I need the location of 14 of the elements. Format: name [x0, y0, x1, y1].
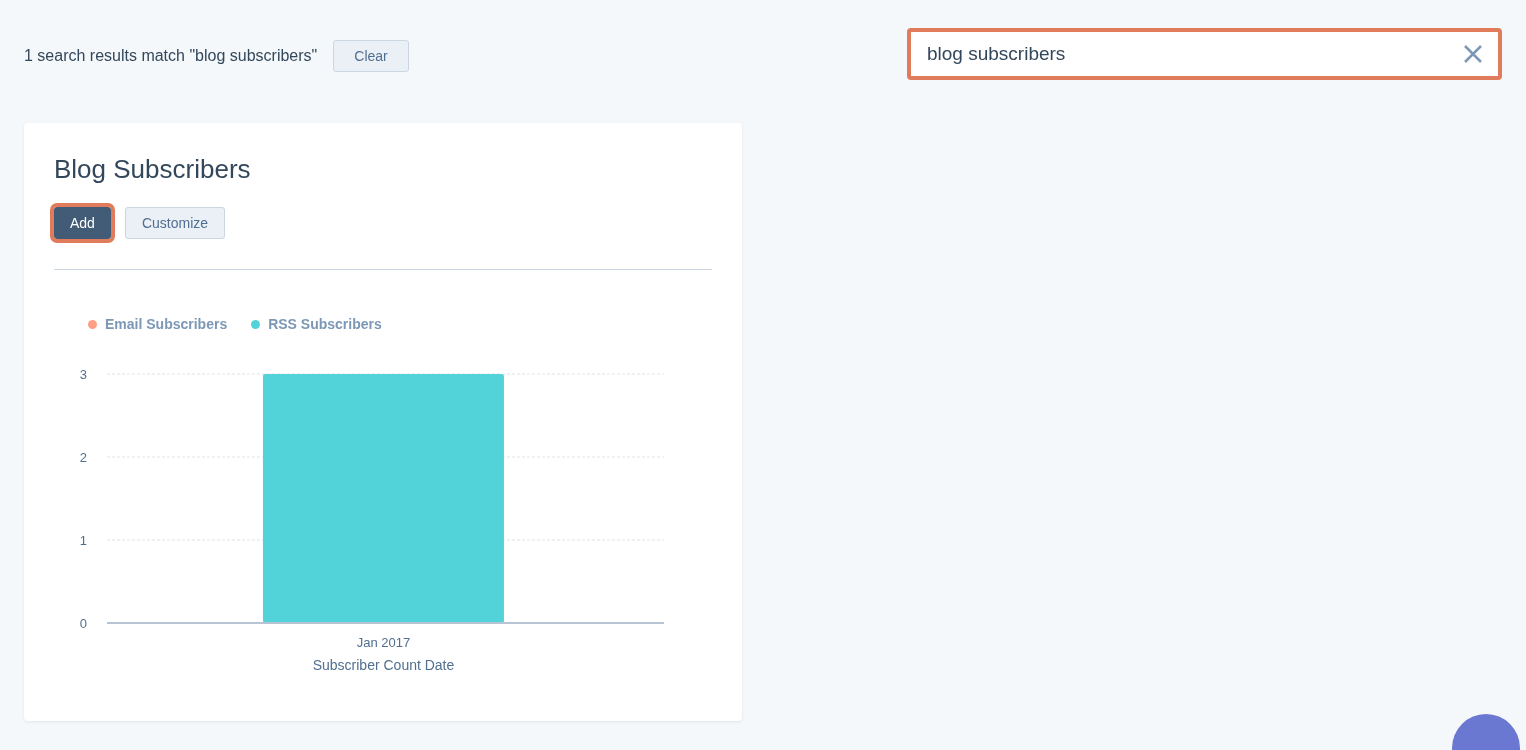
search-results-summary: 1 search results match "blog subscribers"	[24, 46, 318, 66]
y-tick-label: 1	[79, 533, 87, 548]
x-tick-label: Jan 2017	[356, 635, 411, 650]
search-field[interactable]: blog subscribers	[907, 28, 1502, 80]
legend-label: RSS Subscribers	[268, 315, 382, 334]
close-icon[interactable]	[1464, 45, 1482, 63]
y-tick-label: 3	[79, 367, 87, 382]
clear-button[interactable]: Clear	[333, 40, 409, 72]
customize-button[interactable]: Customize	[124, 207, 226, 239]
card-title: Blog Subscribers	[54, 153, 252, 185]
legend-label: Email Subscribers	[105, 315, 228, 334]
y-tick-label: 2	[79, 450, 87, 465]
x-axis-title: Subscriber Count Date	[312, 657, 455, 673]
y-tick-label: 0	[79, 616, 87, 631]
